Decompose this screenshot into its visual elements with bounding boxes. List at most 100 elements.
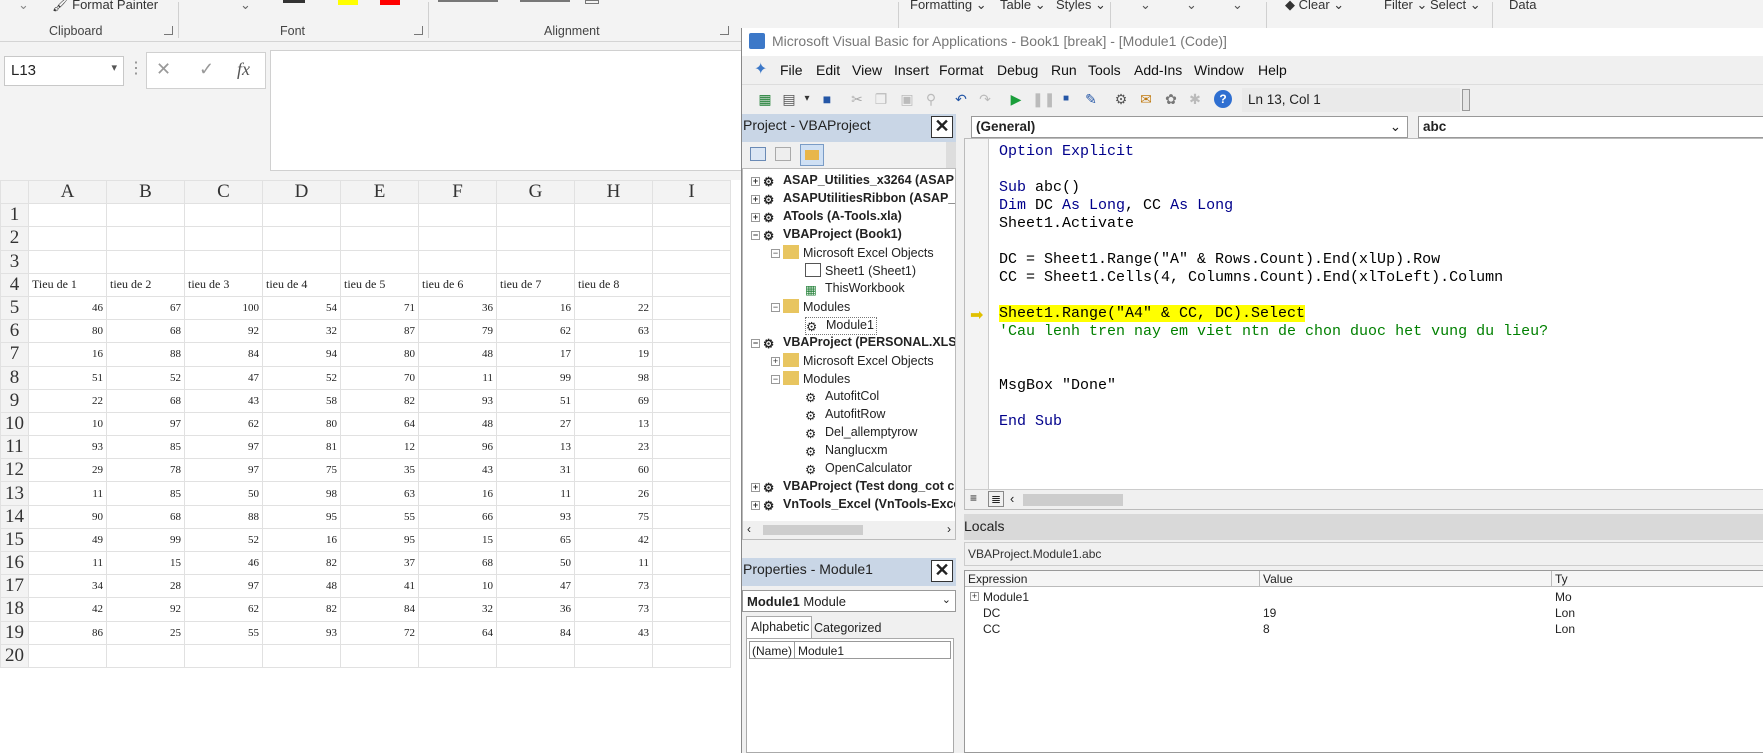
cell[interactable] bbox=[262, 226, 341, 251]
cell[interactable] bbox=[574, 226, 653, 251]
cell-styles-button[interactable]: Styles ⌄ bbox=[1056, 0, 1106, 13]
tree-node-modules[interactable]: − Modules bbox=[769, 299, 850, 317]
procedure-view-icon[interactable]: ≡ bbox=[970, 491, 977, 505]
scroll-thumb[interactable] bbox=[763, 525, 863, 535]
cell[interactable] bbox=[28, 226, 107, 251]
property-row[interactable]: (Name) Module1 bbox=[749, 641, 951, 659]
view-object-icon[interactable] bbox=[775, 147, 791, 161]
cell[interactable]: 43 bbox=[418, 458, 497, 483]
cell[interactable]: 15 bbox=[418, 527, 497, 553]
cell[interactable] bbox=[574, 643, 653, 668]
cell[interactable]: 16 bbox=[28, 342, 107, 367]
design-mode-icon[interactable]: ✎ bbox=[1082, 90, 1100, 108]
cell[interactable] bbox=[652, 574, 731, 599]
menu-tools[interactable]: Tools bbox=[1088, 62, 1121, 78]
font-color-icon[interactable] bbox=[380, 0, 400, 5]
collapse-icon[interactable]: − bbox=[771, 375, 780, 384]
tree-scroll-top[interactable] bbox=[946, 142, 956, 168]
code-line[interactable]: DC = Sheet1.Range("A" & Rows.Count).End(… bbox=[999, 251, 1440, 268]
cell[interactable] bbox=[28, 643, 107, 668]
cell[interactable]: 73 bbox=[574, 574, 653, 599]
cell[interactable]: 62 bbox=[184, 597, 263, 622]
expand-icon[interactable]: + bbox=[970, 592, 979, 601]
column-header[interactable]: A bbox=[28, 180, 107, 205]
tree-node-modules-2[interactable]: − Modules bbox=[769, 371, 850, 389]
cell[interactable]: 35 bbox=[340, 458, 419, 483]
cell[interactable]: 79 bbox=[418, 319, 497, 344]
property-value[interactable]: Module1 bbox=[798, 644, 844, 658]
cell[interactable] bbox=[652, 643, 731, 668]
cell[interactable] bbox=[418, 643, 497, 668]
cell[interactable] bbox=[652, 272, 731, 297]
code-line-current[interactable]: Sheet1.Range("A4" & CC, DC).Select bbox=[999, 305, 1306, 322]
cell[interactable]: 43 bbox=[184, 388, 263, 413]
cell[interactable]: 13 bbox=[496, 435, 575, 460]
code-line[interactable]: CC = Sheet1.Cells(4, Columns.Count).End(… bbox=[999, 269, 1503, 286]
tree-node-thisworkbook[interactable]: ▦ ThisWorkbook bbox=[805, 281, 905, 299]
cell[interactable]: 12 bbox=[340, 435, 419, 460]
column-header[interactable]: G bbox=[496, 180, 575, 205]
highlight-color-icon[interactable] bbox=[338, 0, 358, 5]
worksheet-grid[interactable]: A B C D E F G H I 1 2 3 4 Tieu de 1 tieu de 2… bbox=[0, 180, 745, 753]
cell[interactable]: 92 bbox=[184, 319, 263, 344]
menu-file[interactable]: File bbox=[780, 62, 803, 78]
tree-node-excel-objects-2[interactable]: + Microsoft Excel Objects bbox=[769, 353, 934, 371]
collapse-icon[interactable]: − bbox=[771, 249, 780, 258]
locals-header-type[interactable]: Ty bbox=[1555, 572, 1568, 586]
expand-icon[interactable]: + bbox=[751, 501, 760, 510]
cell[interactable]: 97 bbox=[184, 435, 263, 460]
code-line[interactable]: MsgBox "Done" bbox=[999, 377, 1116, 394]
cell[interactable] bbox=[340, 643, 419, 668]
properties-grid[interactable]: (Name) Module1 bbox=[746, 638, 954, 753]
row-header[interactable]: 13 bbox=[0, 481, 29, 506]
column-header[interactable]: D bbox=[262, 180, 341, 205]
formula-input[interactable] bbox=[270, 50, 745, 171]
cell[interactable]: 31 bbox=[496, 458, 575, 483]
more-options-icon[interactable]: ⋮ bbox=[128, 58, 144, 78]
cell[interactable] bbox=[574, 249, 653, 274]
cell[interactable]: 93 bbox=[418, 388, 497, 413]
enter-icon[interactable]: ✓ bbox=[199, 59, 214, 80]
cell[interactable] bbox=[574, 203, 653, 228]
code-line[interactable]: End Sub bbox=[999, 413, 1062, 430]
cell[interactable]: 36 bbox=[418, 295, 497, 321]
code-line[interactable]: Option Explicit bbox=[999, 143, 1134, 160]
locals-row[interactable]: + Module1 Mo bbox=[965, 589, 1763, 605]
cell[interactable]: 98 bbox=[574, 365, 653, 390]
cell[interactable]: 28 bbox=[106, 574, 185, 599]
format-painter-button[interactable]: 🖌 Format Painter bbox=[52, 0, 158, 13]
locals-row[interactable]: CC 8 Lon bbox=[965, 621, 1763, 637]
cell[interactable]: 75 bbox=[262, 458, 341, 483]
column-header[interactable]: E bbox=[340, 180, 419, 205]
paste-icon[interactable]: ▣ bbox=[898, 90, 916, 108]
row-header[interactable]: 16 bbox=[0, 550, 29, 576]
cell[interactable]: 94 bbox=[262, 342, 341, 367]
cell[interactable]: 13 bbox=[574, 411, 653, 437]
tree-node-vbaproject-book1[interactable]: − ⚙ VBAProject (Book1) bbox=[749, 227, 902, 245]
cell[interactable]: 25 bbox=[106, 620, 185, 645]
cell[interactable]: 47 bbox=[184, 365, 263, 390]
cell[interactable]: 49 bbox=[28, 527, 107, 553]
close-project-explorer-icon[interactable]: ✕ bbox=[931, 116, 953, 138]
row-header[interactable]: 9 bbox=[0, 388, 29, 413]
cell[interactable]: 48 bbox=[418, 342, 497, 367]
cell[interactable]: 51 bbox=[496, 388, 575, 413]
code-line[interactable]: Dim DC As Long, CC As Long bbox=[999, 197, 1233, 214]
sort-filter-button[interactable]: Filter ⌄ bbox=[1384, 0, 1427, 13]
tree-horizontal-scrollbar[interactable]: ‹ › bbox=[743, 521, 955, 539]
row-header[interactable]: 8 bbox=[0, 365, 29, 390]
cell[interactable] bbox=[652, 319, 731, 344]
cell[interactable]: 85 bbox=[106, 481, 185, 506]
cut-icon[interactable]: ✂ bbox=[848, 90, 866, 108]
wrap-text-icon[interactable] bbox=[585, 0, 599, 4]
cell[interactable]: 68 bbox=[106, 319, 185, 344]
properties-object-select[interactable]: Module1 Module ⌄ bbox=[742, 590, 956, 612]
row-header[interactable]: 19 bbox=[0, 620, 29, 645]
tree-node-autofitrow[interactable]: ⚙ AutofitRow bbox=[805, 407, 885, 425]
cell[interactable]: 62 bbox=[184, 411, 263, 437]
cell[interactable]: 97 bbox=[184, 574, 263, 599]
cell[interactable]: 70 bbox=[340, 365, 419, 390]
cell[interactable]: 68 bbox=[106, 388, 185, 413]
cell[interactable] bbox=[652, 295, 731, 321]
cell[interactable] bbox=[106, 226, 185, 251]
